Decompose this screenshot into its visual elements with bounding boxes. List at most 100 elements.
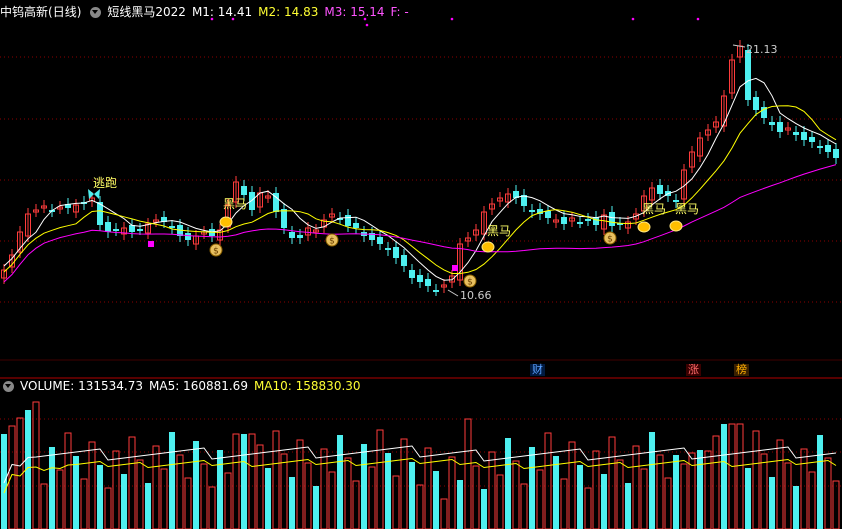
- volume-bar: [128, 436, 136, 529]
- candle-body: [529, 210, 535, 212]
- volume-bar: [64, 432, 72, 529]
- stock-name: 中钨高新: [0, 5, 49, 19]
- indicator-name[interactable]: 短线黑马2022: [107, 5, 186, 19]
- volume-bar: [8, 425, 16, 529]
- candle-body: [753, 97, 759, 110]
- volume-bar: [232, 433, 240, 529]
- volume-bar: [385, 453, 391, 529]
- volume-bar: [160, 468, 168, 529]
- volume-bar: [200, 463, 208, 529]
- volume-bar: [121, 474, 127, 529]
- ma-line-yellow: [3, 105, 837, 274]
- candle-body: [393, 247, 399, 258]
- money-bag-icon: $: [329, 237, 335, 247]
- volume-bar: [32, 401, 40, 529]
- volume-bar: [145, 483, 151, 529]
- money-bag-icon: $: [607, 235, 613, 245]
- black-horse-signal-label: 黑马: [675, 202, 700, 216]
- volume-bar: [776, 439, 784, 529]
- collapse-arrow-icon[interactable]: [3, 381, 14, 392]
- volume-bar: [584, 487, 592, 529]
- money-bag-icon: $: [213, 247, 219, 257]
- volume-bar: [481, 489, 487, 529]
- volume-bar: [304, 462, 312, 529]
- volume-bar: [808, 471, 816, 529]
- stock-chart-window: $ $ $ $ 中钨高新(日线) 短线黑马2022 M1: 14.41 M2: 14.83 M…: [0, 0, 842, 529]
- volume-bar: [224, 472, 232, 529]
- cross-marker: [452, 265, 458, 271]
- black-horse-signal-label: 黑马: [487, 224, 512, 238]
- volume-bar: [464, 418, 472, 529]
- volume-bar: [721, 424, 727, 529]
- gold-ingot-icon: [481, 241, 495, 253]
- black-horse-signal-label: 黑马: [223, 197, 248, 211]
- black-horse-signal-label: 黑马: [642, 202, 667, 216]
- volume-bar: [656, 454, 664, 529]
- volume-bar: [520, 483, 528, 529]
- event-tag-limit-up[interactable]: 涨: [686, 364, 701, 376]
- event-tag-ranking[interactable]: 榜: [734, 364, 749, 376]
- volume-bar: [680, 463, 688, 529]
- volume-bar: [697, 450, 703, 529]
- candle-body: [793, 132, 799, 135]
- volume-bar: [136, 459, 144, 529]
- volume-bar: [56, 469, 64, 529]
- low-price-label: 10.66: [460, 289, 492, 302]
- candle-body: [833, 149, 839, 158]
- volume-bar: [793, 486, 799, 529]
- volume-bar: [536, 469, 544, 529]
- candle-body: [385, 248, 391, 250]
- event-tag-finance[interactable]: 财: [530, 364, 545, 376]
- volume-bar: [73, 456, 79, 529]
- candle-body: [345, 215, 351, 226]
- ma-line-white: [3, 77, 837, 281]
- volume-bar: [352, 480, 360, 529]
- candle-body: [777, 122, 783, 132]
- candle-body: [297, 235, 303, 238]
- volume-bar: [1, 434, 7, 529]
- volume-bar: [592, 450, 600, 529]
- candle-body: [657, 185, 663, 194]
- volume-bar: [712, 435, 720, 529]
- volume-bar: [640, 468, 648, 529]
- candle-body: [577, 222, 583, 224]
- period-label: (日线): [48, 5, 82, 19]
- volume-bar: [472, 465, 480, 529]
- m2-value: M2: 14.83: [258, 5, 319, 19]
- volume-bar: [760, 453, 768, 529]
- volume-bar: [800, 448, 808, 529]
- volume-bar: [745, 468, 751, 529]
- candle-body: [809, 137, 815, 142]
- m3-value: M3: 15.14: [324, 5, 385, 19]
- volume-bar: [344, 457, 352, 529]
- volume-bar: [272, 430, 280, 529]
- volume-bar: [832, 480, 840, 529]
- volume-bar: [320, 448, 328, 529]
- volume-bar: [217, 450, 223, 529]
- candle-body: [609, 212, 615, 226]
- candle-body: [401, 255, 407, 266]
- collapse-arrow-icon[interactable]: [90, 7, 102, 18]
- volume-bar: [784, 462, 792, 529]
- volume-bar: [616, 459, 624, 529]
- volume-bar: [40, 483, 48, 529]
- volume-bar: [104, 487, 112, 529]
- volume-bar: [376, 429, 384, 529]
- signal-dot: [365, 23, 369, 27]
- candle-body: [545, 211, 551, 218]
- volume-bar: [368, 466, 376, 529]
- cross-marker: [148, 241, 154, 247]
- volume-bar: [49, 447, 55, 529]
- volume-bar: [505, 438, 511, 529]
- candle-body: [377, 237, 383, 244]
- volume-bar: [416, 484, 424, 529]
- volume-bar: [448, 456, 456, 529]
- volume-bar: [241, 434, 247, 529]
- volume-bar: [488, 451, 496, 529]
- chart-canvas[interactable]: $ $ $ $: [0, 0, 842, 529]
- volume-bar: [256, 444, 264, 529]
- candle-body: [241, 186, 247, 195]
- volume-bar: [601, 474, 607, 529]
- high-pointer: [732, 44, 746, 48]
- candle-body: [249, 192, 255, 210]
